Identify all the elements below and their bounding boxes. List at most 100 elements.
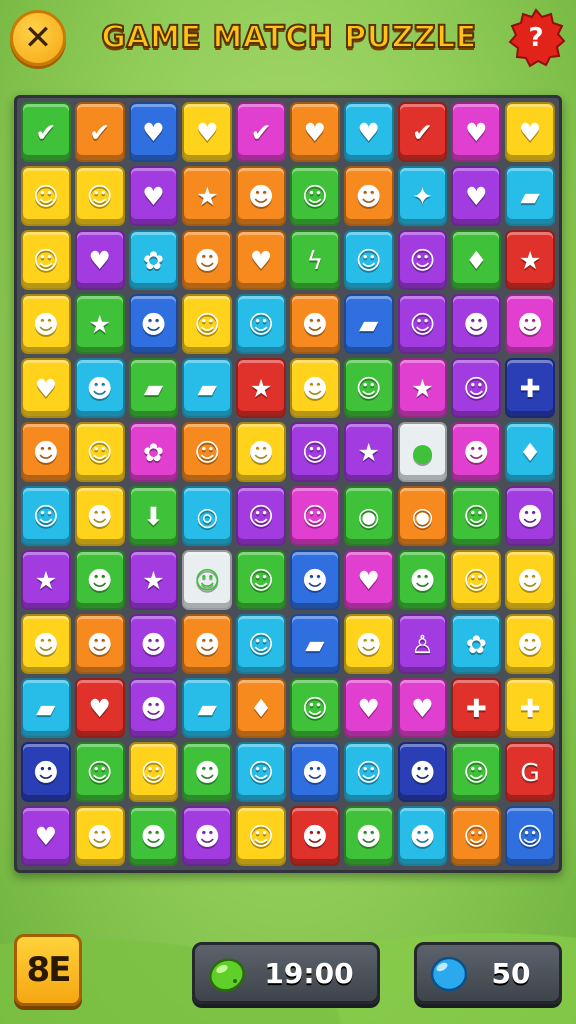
tile-yellow[interactable]: ☻	[21, 294, 71, 354]
tile-cyan[interactable]: ✿	[451, 614, 502, 674]
tile-cyan[interactable]: ☺	[236, 742, 286, 802]
tile-pink[interactable]: ★	[397, 358, 448, 418]
tile-orange[interactable]: ♥	[289, 102, 340, 162]
tile-purple[interactable]: ★	[343, 422, 394, 482]
tile-blue[interactable]: ♥	[128, 102, 179, 162]
tile-purple[interactable]: ♥	[451, 166, 502, 226]
tile-yellow[interactable]: ✚	[505, 678, 555, 738]
tile-green[interactable]: ☺	[74, 742, 125, 802]
tile-blue[interactable]: ▰	[343, 294, 394, 354]
tile-orange[interactable]: ☻	[236, 166, 286, 226]
tile-pink[interactable]: ☻	[505, 294, 555, 354]
close-button[interactable]: ✕	[10, 10, 66, 66]
tile-cyan[interactable]: ♥	[343, 102, 394, 162]
tile-navy[interactable]: ☻	[397, 742, 448, 802]
tile-green[interactable]: ☻	[74, 550, 125, 610]
tile-pink[interactable]: ✔	[236, 102, 286, 162]
tile-purple[interactable]: ♥	[21, 806, 71, 866]
tile-green[interactable]: ☻	[182, 742, 233, 802]
tile-purple[interactable]: ♥	[74, 230, 125, 290]
tile-purple[interactable]: ★	[21, 550, 71, 610]
tile-yellow[interactable]: ♥	[505, 102, 555, 162]
tile-red[interactable]: ♥	[74, 678, 125, 738]
tile-cyan[interactable]: ✿	[128, 230, 179, 290]
tile-yellow[interactable]: ☻	[21, 614, 71, 674]
tile-cyan[interactable]: ☻	[74, 358, 125, 418]
tile-cyan[interactable]: ♦	[505, 422, 555, 482]
tile-yellow[interactable]: ☺	[182, 294, 233, 354]
help-button[interactable]: ?	[506, 8, 566, 68]
tile-yellow[interactable]: ☻	[343, 614, 394, 674]
tile-orange[interactable]: ♦	[236, 678, 286, 738]
tile-yellow[interactable]: ☺	[74, 422, 125, 482]
tile-yellow[interactable]: ☻	[505, 550, 555, 610]
tile-purple[interactable]: ♥	[128, 166, 179, 226]
tile-purple[interactable]: ☻	[128, 614, 179, 674]
tile-purple[interactable]: ☺	[289, 422, 340, 482]
tile-purple[interactable]: ☺	[397, 294, 448, 354]
tile-yellow[interactable]: ☺	[236, 806, 286, 866]
tile-blue[interactable]: ☺	[505, 806, 555, 866]
tile-green[interactable]: ☺	[451, 486, 502, 546]
tile-orange[interactable]: ☻	[182, 614, 233, 674]
tile-blue[interactable]: ☻	[289, 550, 340, 610]
tile-cyan[interactable]: ☻	[397, 806, 448, 866]
tile-pink[interactable]: ♥	[343, 678, 394, 738]
tile-yellow[interactable]: ☻	[505, 614, 555, 674]
tile-red[interactable]: ✚	[451, 678, 502, 738]
tile-yellow[interactable]: ☺	[451, 550, 502, 610]
tile-cyan[interactable]: ☺	[343, 230, 394, 290]
tile-orange[interactable]: ☻	[21, 422, 71, 482]
tile-purple[interactable]: ★	[128, 550, 179, 610]
tile-orange[interactable]: ☻	[182, 230, 233, 290]
tile-cyan[interactable]: ◎	[182, 486, 233, 546]
tile-yellow[interactable]: ♥	[182, 102, 233, 162]
tile-red[interactable]: ★	[505, 230, 555, 290]
tile-purple[interactable]: ☻	[451, 294, 502, 354]
tile-pink[interactable]: ☺	[289, 486, 340, 546]
tile-orange[interactable]: ♥	[236, 230, 286, 290]
tile-green[interactable]: ☻	[343, 806, 394, 866]
tile-red[interactable]: G	[505, 742, 555, 802]
tile-green[interactable]: ✔	[21, 102, 71, 162]
tile-green[interactable]: ♦	[451, 230, 502, 290]
tile-green[interactable]: ☻	[128, 806, 179, 866]
tile-yellow[interactable]: ☻	[289, 358, 340, 418]
tile-white[interactable]: ●	[397, 422, 448, 482]
tile-cyan[interactable]: ☺	[343, 742, 394, 802]
tile-blue[interactable]: ▰	[289, 614, 340, 674]
tile-blue[interactable]: ☻	[128, 294, 179, 354]
tile-cyan[interactable]: ▰	[505, 166, 555, 226]
tile-purple[interactable]: ♙	[397, 614, 448, 674]
tile-orange[interactable]: ★	[182, 166, 233, 226]
tile-green[interactable]: ☻	[397, 550, 448, 610]
tile-cyan[interactable]: ✦	[397, 166, 448, 226]
tile-purple[interactable]: ☻	[182, 806, 233, 866]
tile-white[interactable]: ☺	[182, 550, 233, 610]
tile-orange[interactable]: ☻	[289, 294, 340, 354]
tile-orange[interactable]: ☺	[182, 422, 233, 482]
tile-blue[interactable]: ☻	[289, 742, 340, 802]
tile-purple[interactable]: ☺	[236, 486, 286, 546]
tile-yellow[interactable]: ☺	[21, 166, 71, 226]
tile-cyan[interactable]: ▰	[182, 358, 233, 418]
tile-green[interactable]: ☺	[289, 678, 340, 738]
tile-pink[interactable]: ✿	[128, 422, 179, 482]
tile-orange[interactable]: ✔	[74, 102, 125, 162]
tile-purple[interactable]: ☺	[451, 358, 502, 418]
tile-cyan[interactable]: ☺	[21, 486, 71, 546]
tile-yellow[interactable]: ☺	[21, 230, 71, 290]
tile-yellow[interactable]: ☺	[74, 166, 125, 226]
tile-cyan[interactable]: ☺	[236, 614, 286, 674]
tile-pink[interactable]: ♥	[343, 550, 394, 610]
tile-red[interactable]: ☻	[289, 806, 340, 866]
tile-green[interactable]: ☺	[236, 550, 286, 610]
tile-green[interactable]: ϟ	[289, 230, 340, 290]
tile-pink[interactable]: ♥	[451, 102, 502, 162]
tile-yellow[interactable]: ♥	[21, 358, 71, 418]
tile-red[interactable]: ✔	[397, 102, 448, 162]
tile-green[interactable]: ▰	[128, 358, 179, 418]
tile-yellow[interactable]: ☺	[128, 742, 179, 802]
tile-yellow[interactable]: ☻	[74, 486, 125, 546]
tile-navy[interactable]: ✚	[505, 358, 555, 418]
